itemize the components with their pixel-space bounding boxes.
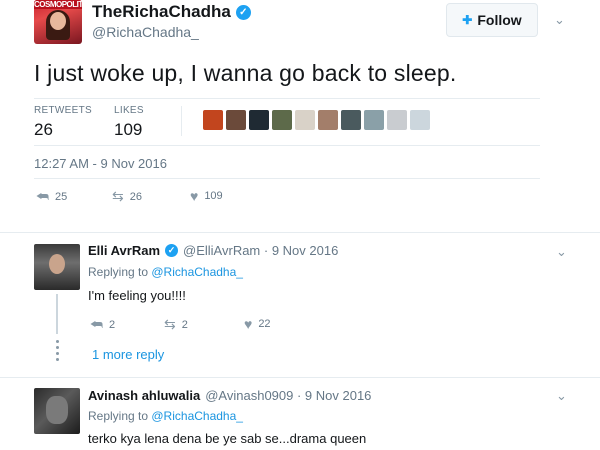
author-name[interactable]: TheRichaChadha ✓ (92, 2, 251, 22)
divider (0, 232, 600, 233)
more-replies-link[interactable]: 1 more reply (92, 347, 164, 362)
reply-count: 2 (109, 318, 116, 331)
reply-count: 25 (55, 190, 68, 203)
chevron-down-icon[interactable]: ⌄ (556, 388, 567, 404)
liker-avatar[interactable] (249, 110, 269, 130)
reply-icon: ⮪ (90, 316, 104, 332)
thread-dot (55, 346, 59, 349)
retweet-count: 2 (181, 318, 188, 331)
liker-avatar[interactable] (387, 110, 407, 130)
chevron-down-icon[interactable]: ⌄ (556, 244, 567, 260)
divider (34, 178, 540, 179)
retweets-label: RETWEETS (34, 105, 92, 116)
heart-icon: ♥ (190, 188, 199, 204)
retweets-count: 26 (34, 120, 53, 139)
divider (34, 98, 540, 99)
replying-to: Replying to @RichaChadha_ (88, 265, 243, 279)
retweet-icon: ⇆ (112, 188, 124, 204)
verified-badge-icon: ✓ (235, 4, 251, 20)
chevron-down-icon[interactable]: ⌄ (554, 12, 565, 28)
thread-dot (55, 340, 59, 343)
liker-avatar[interactable] (203, 110, 223, 130)
tweet-text: I just woke up, I wanna go back to sleep… (34, 60, 457, 86)
reply-avatar[interactable] (34, 244, 80, 290)
reply-handle-date[interactable]: @ElliAvrRam · 9 Nov 2016 (183, 243, 338, 258)
like-action[interactable]: ♥ 109 (190, 188, 223, 204)
divider (0, 377, 600, 378)
liker-avatar[interactable] (341, 110, 361, 130)
liker-avatar[interactable] (295, 110, 315, 130)
stats-divider (181, 106, 182, 136)
likes-label: LIKES (114, 105, 144, 116)
follow-button-label: Follow (477, 12, 522, 28)
retweet-icon: ⇆ (164, 316, 176, 332)
thread-dot (55, 358, 59, 361)
like-action[interactable]: ♥ 22 (244, 316, 271, 332)
retweets-stat[interactable]: RETWEETS 26 (34, 105, 92, 140)
thread-dot (55, 352, 59, 355)
liker-avatars (203, 110, 430, 130)
liker-avatar[interactable] (410, 110, 430, 130)
liker-avatar[interactable] (318, 110, 338, 130)
likes-stat[interactable]: LIKES 109 (114, 105, 144, 140)
reply-author-name[interactable]: Elli AvrRam (88, 243, 160, 258)
add-user-icon: ✚ (462, 13, 473, 27)
reply-action[interactable]: ⮪ 2 (90, 316, 115, 333)
retweet-action[interactable]: ⇆ 26 (112, 188, 142, 205)
likes-count: 109 (114, 120, 143, 139)
replying-to: Replying to @RichaChadha_ (88, 409, 243, 423)
avatar-figure (46, 396, 68, 424)
reply-header: Avinash ahluwalia @Avinash0909 · 9 Nov 2… (88, 388, 371, 403)
replying-to-handle[interactable]: @RichaChadha_ (151, 265, 243, 279)
follow-button[interactable]: ✚ Follow (446, 3, 538, 37)
replying-prefix: Replying to (88, 409, 152, 423)
reply-header: Elli AvrRam ✓ @ElliAvrRam · 9 Nov 2016 (88, 243, 338, 258)
reply-text: terko kya lena dena be ye sab se...drama… (88, 431, 367, 446)
liker-avatar[interactable] (272, 110, 292, 130)
reply-icon: ⮪ (36, 188, 50, 204)
heart-icon: ♥ (244, 316, 253, 332)
retweet-count: 26 (129, 190, 142, 203)
like-count: 22 (258, 318, 271, 330)
author-name-text: TheRichaChadha (92, 2, 231, 21)
liker-avatar[interactable] (226, 110, 246, 130)
author-handle[interactable]: @RichaChadha_ (92, 24, 199, 40)
replying-to-handle[interactable]: @RichaChadha_ (151, 409, 243, 423)
thread-line (56, 294, 58, 334)
avatar-face (50, 12, 66, 30)
verified-badge-icon: ✓ (165, 244, 179, 257)
avatar-face (49, 254, 65, 274)
divider (34, 145, 540, 146)
retweet-action[interactable]: ⇆ 2 (164, 316, 188, 333)
reply-author-name[interactable]: Avinash ahluwalia (88, 388, 200, 403)
tweet-timestamp[interactable]: 12:27 AM - 9 Nov 2016 (34, 156, 167, 171)
author-avatar[interactable]: COSMOPOLITAN (34, 0, 82, 44)
reply-action[interactable]: ⮪ 25 (36, 188, 67, 205)
replying-prefix: Replying to (88, 265, 152, 279)
like-count: 109 (204, 190, 223, 202)
reply-avatar[interactable] (34, 388, 80, 434)
reply-handle-date[interactable]: @Avinash0909 · 9 Nov 2016 (205, 388, 371, 403)
reply-text: I'm feeling you!!!! (88, 288, 186, 303)
liker-avatar[interactable] (364, 110, 384, 130)
avatar-magazine-title: COSMOPOLITAN (34, 0, 82, 9)
